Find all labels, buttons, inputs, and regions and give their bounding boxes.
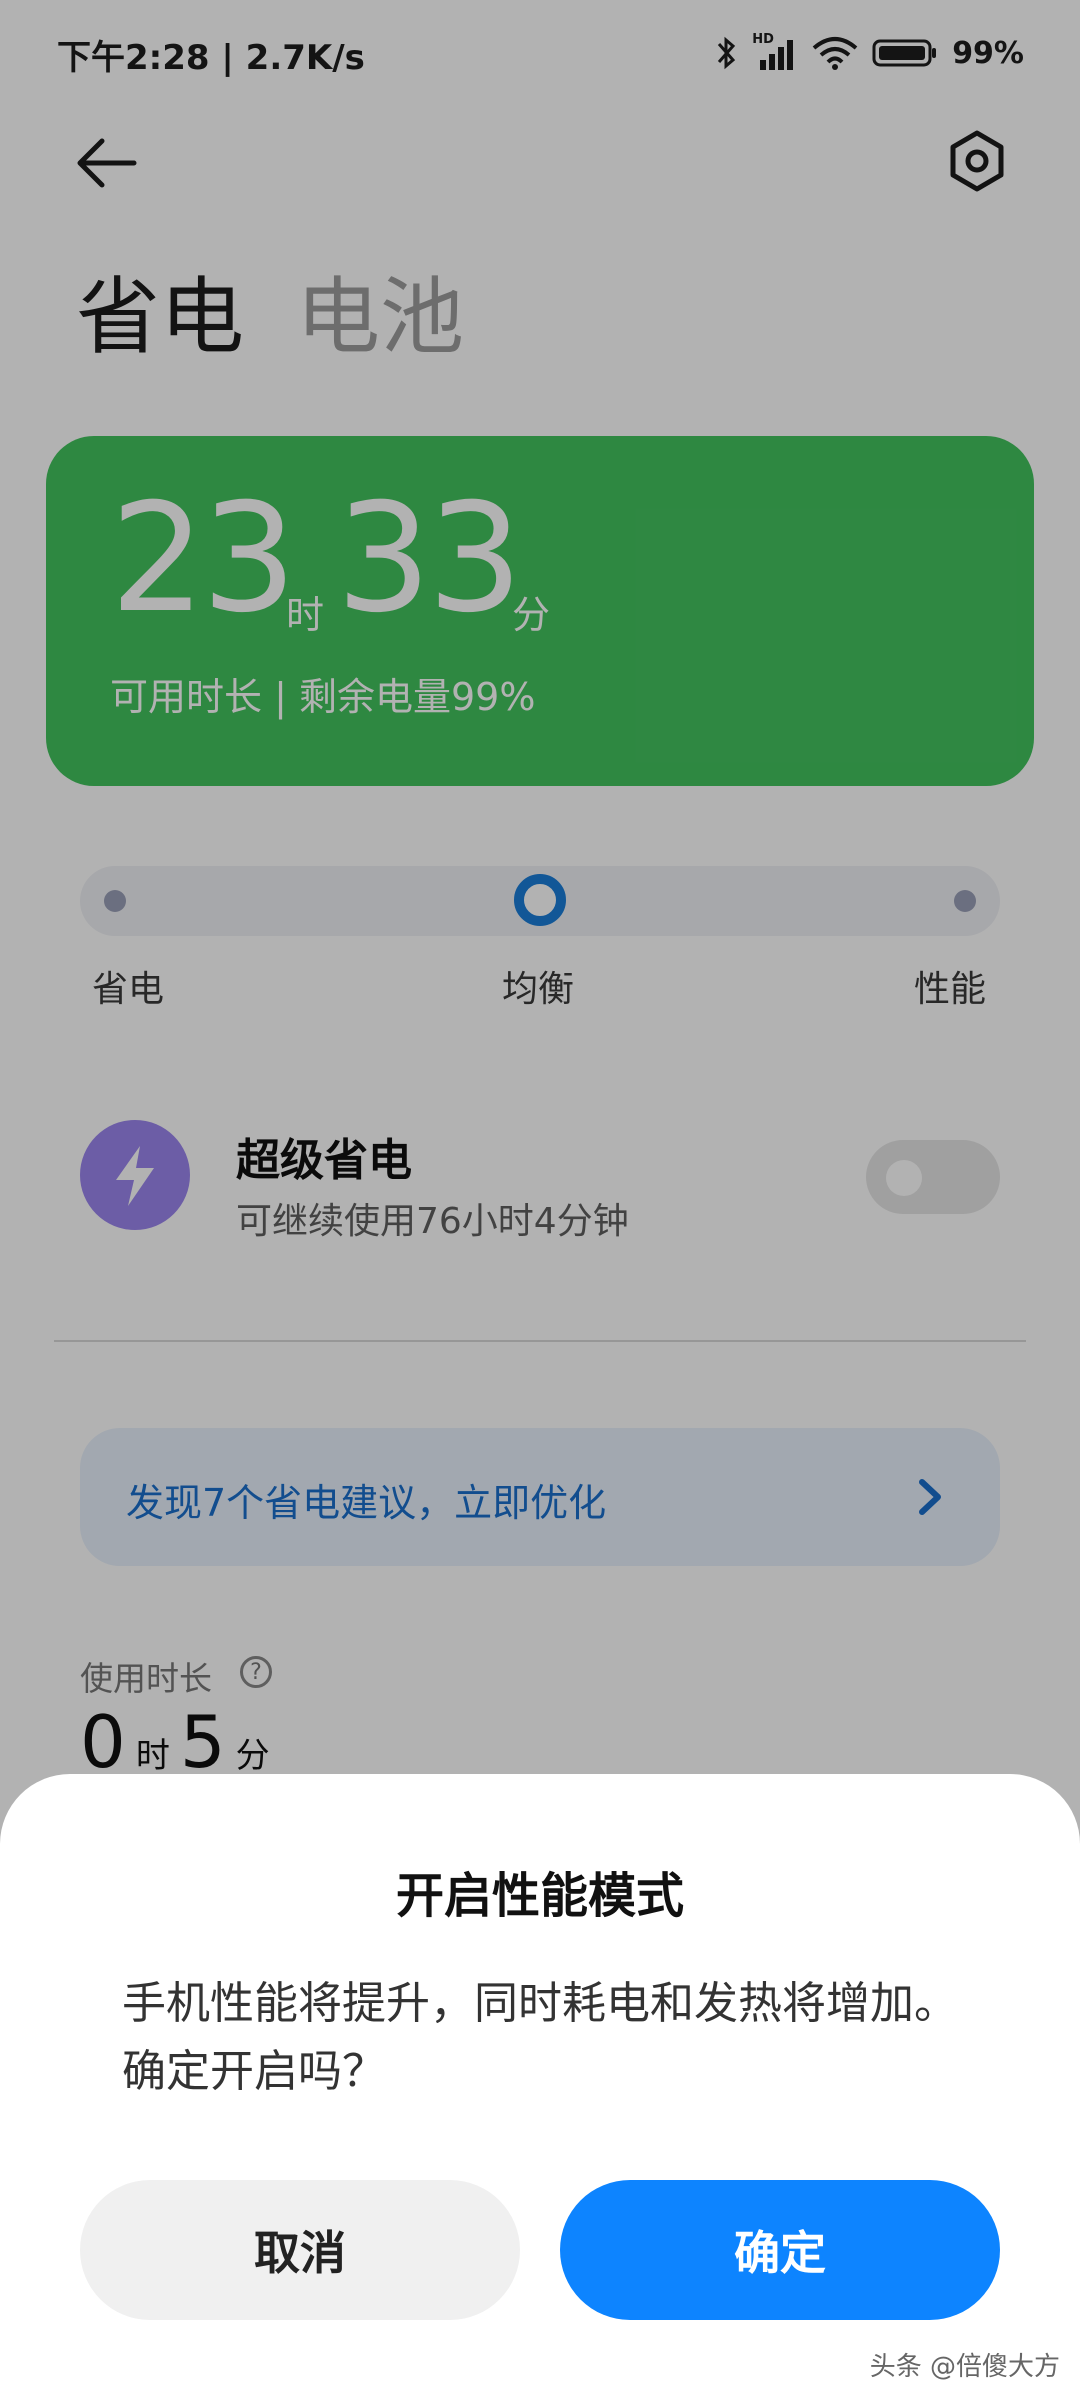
dialog-title: 开启性能模式 [395, 1868, 684, 1924]
dialog-message: 手机性能将提升，同时耗电和发热将增加。确定开启吗？ [122, 1978, 958, 2097]
confirm-button[interactable]: 确定 [560, 2180, 1000, 2320]
performance-mode-dialog: 开启性能模式 手机性能将提升，同时耗电和发热将增加。确定开启吗？ 取消 确定 [0, 1774, 1080, 2400]
cancel-button[interactable]: 取消 [80, 2180, 520, 2320]
watermark: 头条 @倍傻大方 [869, 2352, 1060, 2382]
